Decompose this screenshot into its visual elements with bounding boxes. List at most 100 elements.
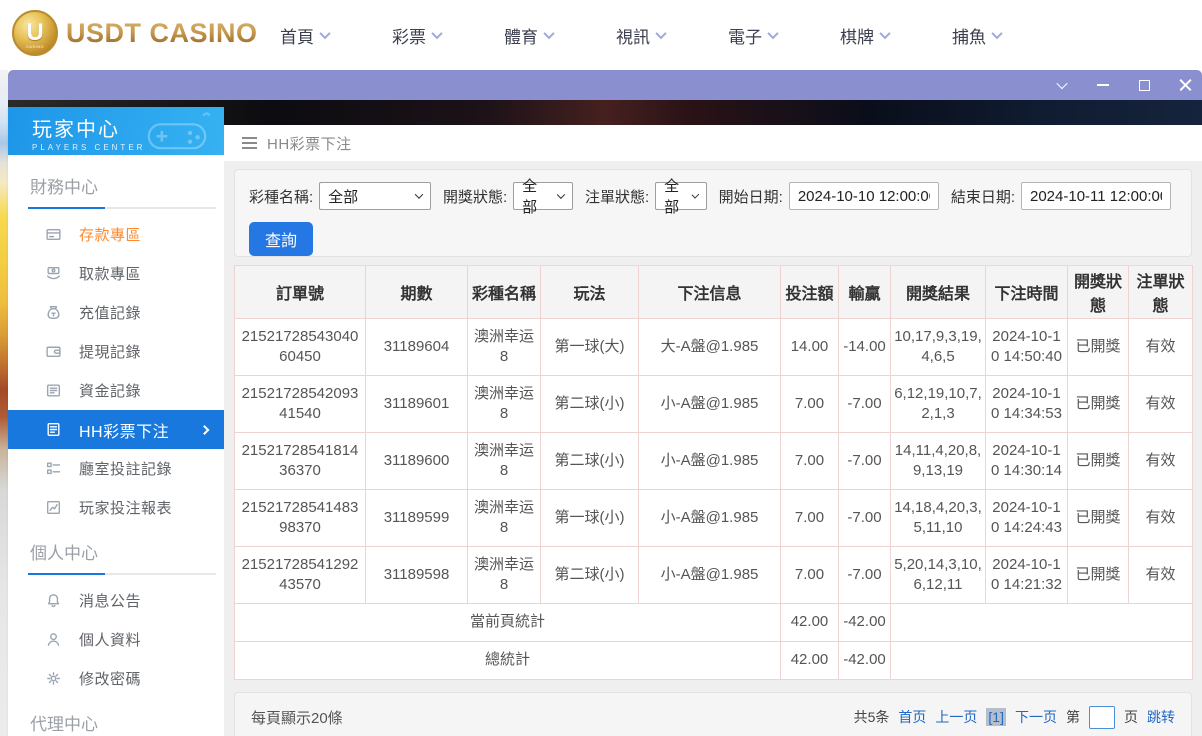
nav-item-label: 電子 — [728, 27, 762, 47]
chevron-right-icon — [199, 424, 210, 435]
nav-item[interactable]: 首頁 — [280, 23, 331, 48]
hamburger-menu-icon[interactable] — [242, 137, 257, 149]
brand-logo[interactable]: U CASINO USDT CASINO — [12, 10, 258, 56]
table-cell: 第二球(小) — [540, 432, 639, 490]
table-cell: 澳洲幸运8 — [467, 489, 541, 547]
table-cell: 已開獎 — [1067, 318, 1129, 376]
nav-item[interactable]: 彩票 — [392, 23, 443, 48]
coin-letter: U — [26, 19, 44, 46]
nav-item[interactable]: 電子 — [728, 23, 779, 48]
table-cell: 31189598 — [365, 546, 468, 604]
window-titlebar — [8, 70, 1202, 100]
table-cell: 已開獎 — [1067, 546, 1129, 604]
jump-prefix-label: 第 — [1066, 709, 1080, 725]
table-cell: 2024-10-10 14:34:53 — [985, 375, 1068, 433]
sidebar-item-label: 玩家投注報表 — [79, 500, 173, 517]
nav-item[interactable]: 捕魚 — [952, 23, 1003, 48]
chevron-down-icon — [655, 27, 667, 40]
nav-item-label: 捕魚 — [952, 27, 986, 47]
sidebar-item-label: 個人資料 — [79, 632, 142, 649]
coin-caption: CASINO — [25, 44, 45, 49]
app-window: 玩家中心 PLAYERS CENTER 財務中心 存款專區 取款專區 充值記錄 提現記錄… — [8, 70, 1202, 736]
column-header: 開獎結果 — [890, 265, 986, 319]
page-jump-input[interactable] — [1089, 705, 1115, 729]
sidebar-item[interactable]: 資金記錄 — [8, 371, 224, 410]
minimize-button[interactable] — [1092, 74, 1114, 96]
table-cell: 澳洲幸运8 — [467, 432, 541, 490]
summary-row: 總統計 42.00 -42.00 — [234, 641, 1193, 680]
sidebar-item[interactable]: 玩家投注報表 — [8, 488, 224, 527]
table-cell: -14.00 — [838, 318, 891, 376]
order-status-select[interactable]: 全部 — [655, 178, 707, 216]
sidebar-item[interactable]: 個人資料 — [8, 620, 224, 659]
prev-page-link[interactable]: 上一页 — [935, 707, 977, 727]
table-row: 2152172854304060450 31189604 澳洲幸运8 第一球(大) 大-… — [234, 318, 1193, 376]
end-date-input[interactable] — [1021, 182, 1171, 210]
start-date-input[interactable] — [788, 182, 939, 210]
nav-item[interactable]: 體育 — [504, 23, 555, 48]
table-cell: 澳洲幸运8 — [467, 375, 541, 433]
bets-table-wrap: 訂單號 期數 彩種名稱 玩法 下注信息 投注額 輸贏 開獎結果 下注時間 開獎狀態 注單狀態 215… — [234, 265, 1193, 680]
search-button[interactable]: 查詢 — [249, 222, 314, 256]
table-cell: 2152172854209341540 — [234, 375, 366, 433]
column-header: 注單狀態 — [1128, 265, 1193, 319]
lottery-bet-icon — [45, 421, 62, 438]
draw-status-select[interactable]: 全部 — [513, 178, 573, 216]
chevron-down-icon — [319, 27, 331, 40]
column-header: 投注額 — [780, 265, 839, 319]
total-count-text: 共5条 — [853, 709, 890, 725]
sidebar-item[interactable]: 廳室投註記錄 — [8, 449, 224, 488]
nav-item-label: 視訊 — [616, 27, 650, 47]
table-cell: 2152172854304060450 — [234, 318, 366, 376]
close-button[interactable] — [1174, 74, 1196, 96]
table-cell: 2024-10-10 14:21:32 — [985, 546, 1068, 604]
sidebar-item[interactable]: 修改密碼 — [8, 659, 224, 698]
window-dropdown-button[interactable] — [1051, 74, 1073, 96]
funds-record-icon — [45, 382, 62, 399]
table-body: 2152172854304060450 31189604 澳洲幸运8 第一球(大) 大-… — [234, 318, 1193, 680]
main-content: HH彩票下注 彩種名稱: 全部 開獎狀態: 全部 注單狀態: 全部 開始日期: … — [224, 125, 1202, 736]
sidebar-item[interactable]: 消息公告 — [8, 581, 224, 620]
sidebar-item[interactable]: 存款專區 — [8, 215, 224, 254]
table-cell: 第一球(小) — [540, 489, 639, 547]
deposit-card-icon — [45, 226, 62, 243]
sidebar-item[interactable]: 取款專區 — [8, 254, 224, 293]
page-title: HH彩票下注 — [267, 135, 352, 153]
summary-winloss-total: -42.00 — [838, 641, 891, 680]
column-header: 輸贏 — [838, 265, 891, 319]
table-cell: 澳洲幸运8 — [467, 318, 541, 376]
table-cell: 有效 — [1128, 318, 1193, 376]
table-cell: 31189599 — [365, 489, 468, 547]
table-cell: 2024-10-10 14:50:40 — [985, 318, 1068, 376]
minimize-icon — [1097, 84, 1109, 86]
nav-item-label: 首頁 — [280, 27, 314, 47]
sidebar-item-label: 提現記錄 — [79, 344, 142, 361]
table-cell: 澳洲幸运8 — [467, 546, 541, 604]
order-status-value: 全部 — [664, 178, 680, 216]
column-header: 期數 — [365, 265, 468, 319]
nav-item[interactable]: 視訊 — [616, 23, 667, 48]
table-cell: 第二球(小) — [540, 546, 639, 604]
pager: 共5条 首页 上一页 [1] 下一页 第 页 跳转 — [853, 705, 1175, 729]
background-art-strip — [0, 70, 8, 736]
summary-empty-cell — [890, 641, 1193, 680]
table-cell: 5,20,14,3,10,6,12,11 — [890, 546, 986, 604]
lottery-name-select[interactable]: 全部 — [319, 182, 431, 210]
sidebar-item[interactable]: 充值記錄 — [8, 293, 224, 332]
next-page-link[interactable]: 下一页 — [1015, 707, 1057, 727]
maximize-button[interactable] — [1133, 74, 1155, 96]
sidebar-item[interactable]: 提現記錄 — [8, 332, 224, 371]
table-cell: 小-A盤@1.985 — [638, 489, 781, 547]
sidebar-item[interactable]: HH彩票下注 — [8, 410, 224, 449]
sidebar-item-label: 資金記錄 — [79, 383, 142, 400]
table-cell: 2152172854148398370 — [234, 489, 366, 547]
jump-link[interactable]: 跳转 — [1147, 707, 1175, 727]
page-size-text: 每頁顯示20條 — [251, 709, 343, 727]
nav-item[interactable]: 棋牌 — [840, 23, 891, 48]
pagination-bar: 每頁顯示20條 共5条 首页 上一页 [1] 下一页 第 页 跳转 — [234, 692, 1192, 736]
table-cell: 31189600 — [365, 432, 468, 490]
first-page-link[interactable]: 首页 — [898, 707, 926, 727]
table-cell: 2024-10-10 14:30:14 — [985, 432, 1068, 490]
table-cell: 小-A盤@1.985 — [638, 375, 781, 433]
profile-person-icon — [45, 631, 62, 648]
